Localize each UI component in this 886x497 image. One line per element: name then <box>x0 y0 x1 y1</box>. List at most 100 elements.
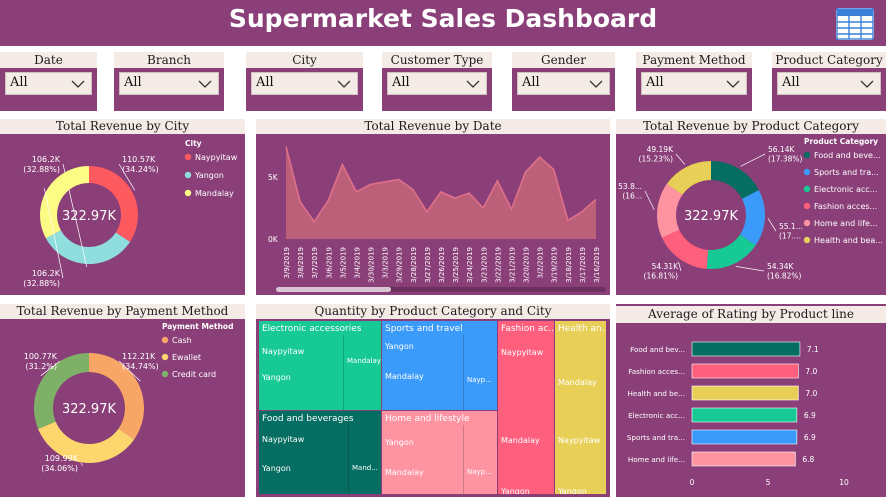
treemap-group-label: Sports and travel <box>385 324 463 334</box>
dropdown-value: All <box>256 75 274 90</box>
slice-value-label: 112.21K <box>122 352 156 361</box>
treemap-cell-label: Naypyitaw <box>558 436 601 445</box>
leader-line <box>767 218 777 232</box>
donut-center-label: 322.97K <box>62 402 116 417</box>
legend-marker <box>803 236 811 244</box>
x-tick-label: 3/18/2019 <box>565 247 573 283</box>
table-icon[interactable] <box>836 8 874 40</box>
legend-label: Credit card <box>172 370 216 379</box>
legend-marker <box>161 353 169 361</box>
treemap-divider <box>343 335 344 410</box>
slicer-gender: Gender All <box>512 52 615 111</box>
city-dropdown[interactable]: All <box>251 72 358 95</box>
donut-slice <box>45 230 130 264</box>
treemap-cell-label: Mandalay <box>385 372 424 381</box>
legend-label: Ewallet <box>172 353 201 362</box>
treemap-cell-label: Mand... <box>352 464 378 472</box>
slicer-payment-method: Payment Method All <box>636 52 752 111</box>
slice-percent-label: (16... <box>622 192 642 201</box>
treemap-group-label: Fashion ac... <box>501 324 554 334</box>
x-tick-label: 3/7/2019 <box>311 247 319 278</box>
area-chart-date: 5K 0K 3/9/2019 3/8/2019 3/7/2019 3/6/2019 3/5/… <box>268 146 601 283</box>
treemap-group[interactable]: Fashion ac... Naypyitaw Mandalay Yangon <box>498 321 554 494</box>
slice-percent-label: (16.82%) <box>767 272 802 281</box>
legend-marker <box>184 153 192 161</box>
panel-revenue-by-date: Total Revenue by Date 5K 0K 3/9/2019 3/8/20… <box>256 119 610 295</box>
slice-value-label: 109.99K <box>45 454 79 463</box>
slice-percent-label: (32.88%) <box>23 165 60 174</box>
treemap-cell-label: Yangon <box>262 373 291 382</box>
product-category-dropdown[interactable]: All <box>777 72 881 95</box>
x-tick-label: 3/5/2019 <box>339 247 347 278</box>
x-tick-label: 3/17/2019 <box>579 247 587 283</box>
chevron-down-icon <box>466 80 480 88</box>
chart-title: Total Revenue by Product Category <box>616 119 886 134</box>
y-tick-label: 0K <box>268 235 279 244</box>
slice-value-label: 54.31K <box>652 262 679 271</box>
branch-dropdown[interactable]: All <box>119 72 219 95</box>
x-tick-label: 3/9/2019 <box>283 247 291 278</box>
treemap-cell-label: Mandalay <box>558 378 597 387</box>
slicer-label: Branch <box>147 53 191 67</box>
gender-dropdown[interactable]: All <box>517 72 610 95</box>
slicer-label: Gender <box>541 53 586 67</box>
x-tick-label: 3/21/2019 <box>508 247 516 283</box>
treemap-group[interactable]: Home and lifestyle Yangon Mandalay Nayp... <box>382 411 497 494</box>
date-dropdown[interactable]: All <box>5 72 92 95</box>
treemap-group[interactable]: Health an... Mandalay Naypyitaw Yangon <box>555 321 606 494</box>
panel-rating-by-product-line: Average of Rating by Product line Food a… <box>616 304 886 497</box>
legend-marker <box>803 185 811 193</box>
horizontal-scrollbar[interactable] <box>276 287 606 292</box>
dashboard-page: { "header": { "title": "Supermarket Sale… <box>0 0 886 497</box>
slice-percent-label: (34.74%) <box>122 362 159 371</box>
donut-chart-product-category: 56.14K(17.38%) 55.1...(17.... 54.34K(16.82… <box>618 137 883 281</box>
x-tick-label: 3/22/2019 <box>494 247 502 283</box>
x-tick-label: 3/29/2019 <box>396 247 404 283</box>
legend-marker <box>184 171 192 179</box>
bar-value-label: 7.0 <box>805 367 817 376</box>
slicer-label: Customer Type <box>390 53 484 67</box>
treemap-group[interactable]: Electronic accessories Naypyitaw Yangon Man… <box>259 321 381 410</box>
panel-revenue-by-payment-method: Total Revenue by Payment Method 112.21K(… <box>0 304 245 497</box>
x-tick-label: 3/4/2019 <box>353 247 361 278</box>
slice-percent-label: (17.38%) <box>768 155 803 164</box>
chevron-down-icon <box>198 80 212 88</box>
scrollbar-thumb[interactable] <box>276 287 391 292</box>
slicer-label: Product Category <box>775 53 883 67</box>
panel-revenue-by-city: Total Revenue by City 110.57K (34.24%) 106… <box>0 119 245 295</box>
treemap-group[interactable]: Food and beverages Naypyitaw Yangon Mand... <box>259 411 381 494</box>
legend-label: Yangon <box>194 171 224 180</box>
legend-marker <box>161 370 169 378</box>
x-tick-label: 3/23/2019 <box>480 247 488 283</box>
treemap-group[interactable]: Sports and travel Yangon Mandalay Nayp... <box>382 321 497 410</box>
slicer-date: Date All <box>0 52 97 111</box>
legend-marker <box>803 151 811 159</box>
bar-value-label: 6.9 <box>804 411 816 420</box>
treemap-divider <box>463 335 464 410</box>
chevron-down-icon <box>337 80 351 88</box>
legend-title: City <box>185 139 202 148</box>
slice-percent-label: (16.81%) <box>644 272 679 281</box>
treemap-cell-label: Yangon <box>262 464 291 473</box>
slice-percent-label: (15.23%) <box>639 155 674 164</box>
slicer-product-category: Product Category All <box>772 52 886 111</box>
leader-line <box>678 261 682 272</box>
legend-marker <box>803 168 811 176</box>
payment-method-dropdown[interactable]: All <box>641 72 747 95</box>
customer-type-dropdown[interactable]: All <box>387 72 487 95</box>
x-tick-label: 3/16/2019 <box>593 247 601 283</box>
x-tick-label: 3/2/2019 <box>537 247 545 278</box>
slicer-label: Payment Method <box>642 53 746 67</box>
dropdown-value: All <box>646 75 664 90</box>
bar <box>691 363 799 379</box>
slice-value-label: 54.34K <box>767 262 794 271</box>
x-tick-label: 3/20/2019 <box>523 247 531 283</box>
slicer-customer-type: Customer Type All <box>382 52 492 111</box>
bar-category-label: Food and bev... <box>630 345 685 354</box>
legend-marker <box>161 336 169 344</box>
x-tick-label: 5 <box>766 478 771 487</box>
legend-label: Electronic acc... <box>814 185 877 194</box>
dropdown-value: All <box>782 75 800 90</box>
leader-line <box>675 153 686 165</box>
x-tick-label: 3/30/2019 <box>368 247 376 283</box>
